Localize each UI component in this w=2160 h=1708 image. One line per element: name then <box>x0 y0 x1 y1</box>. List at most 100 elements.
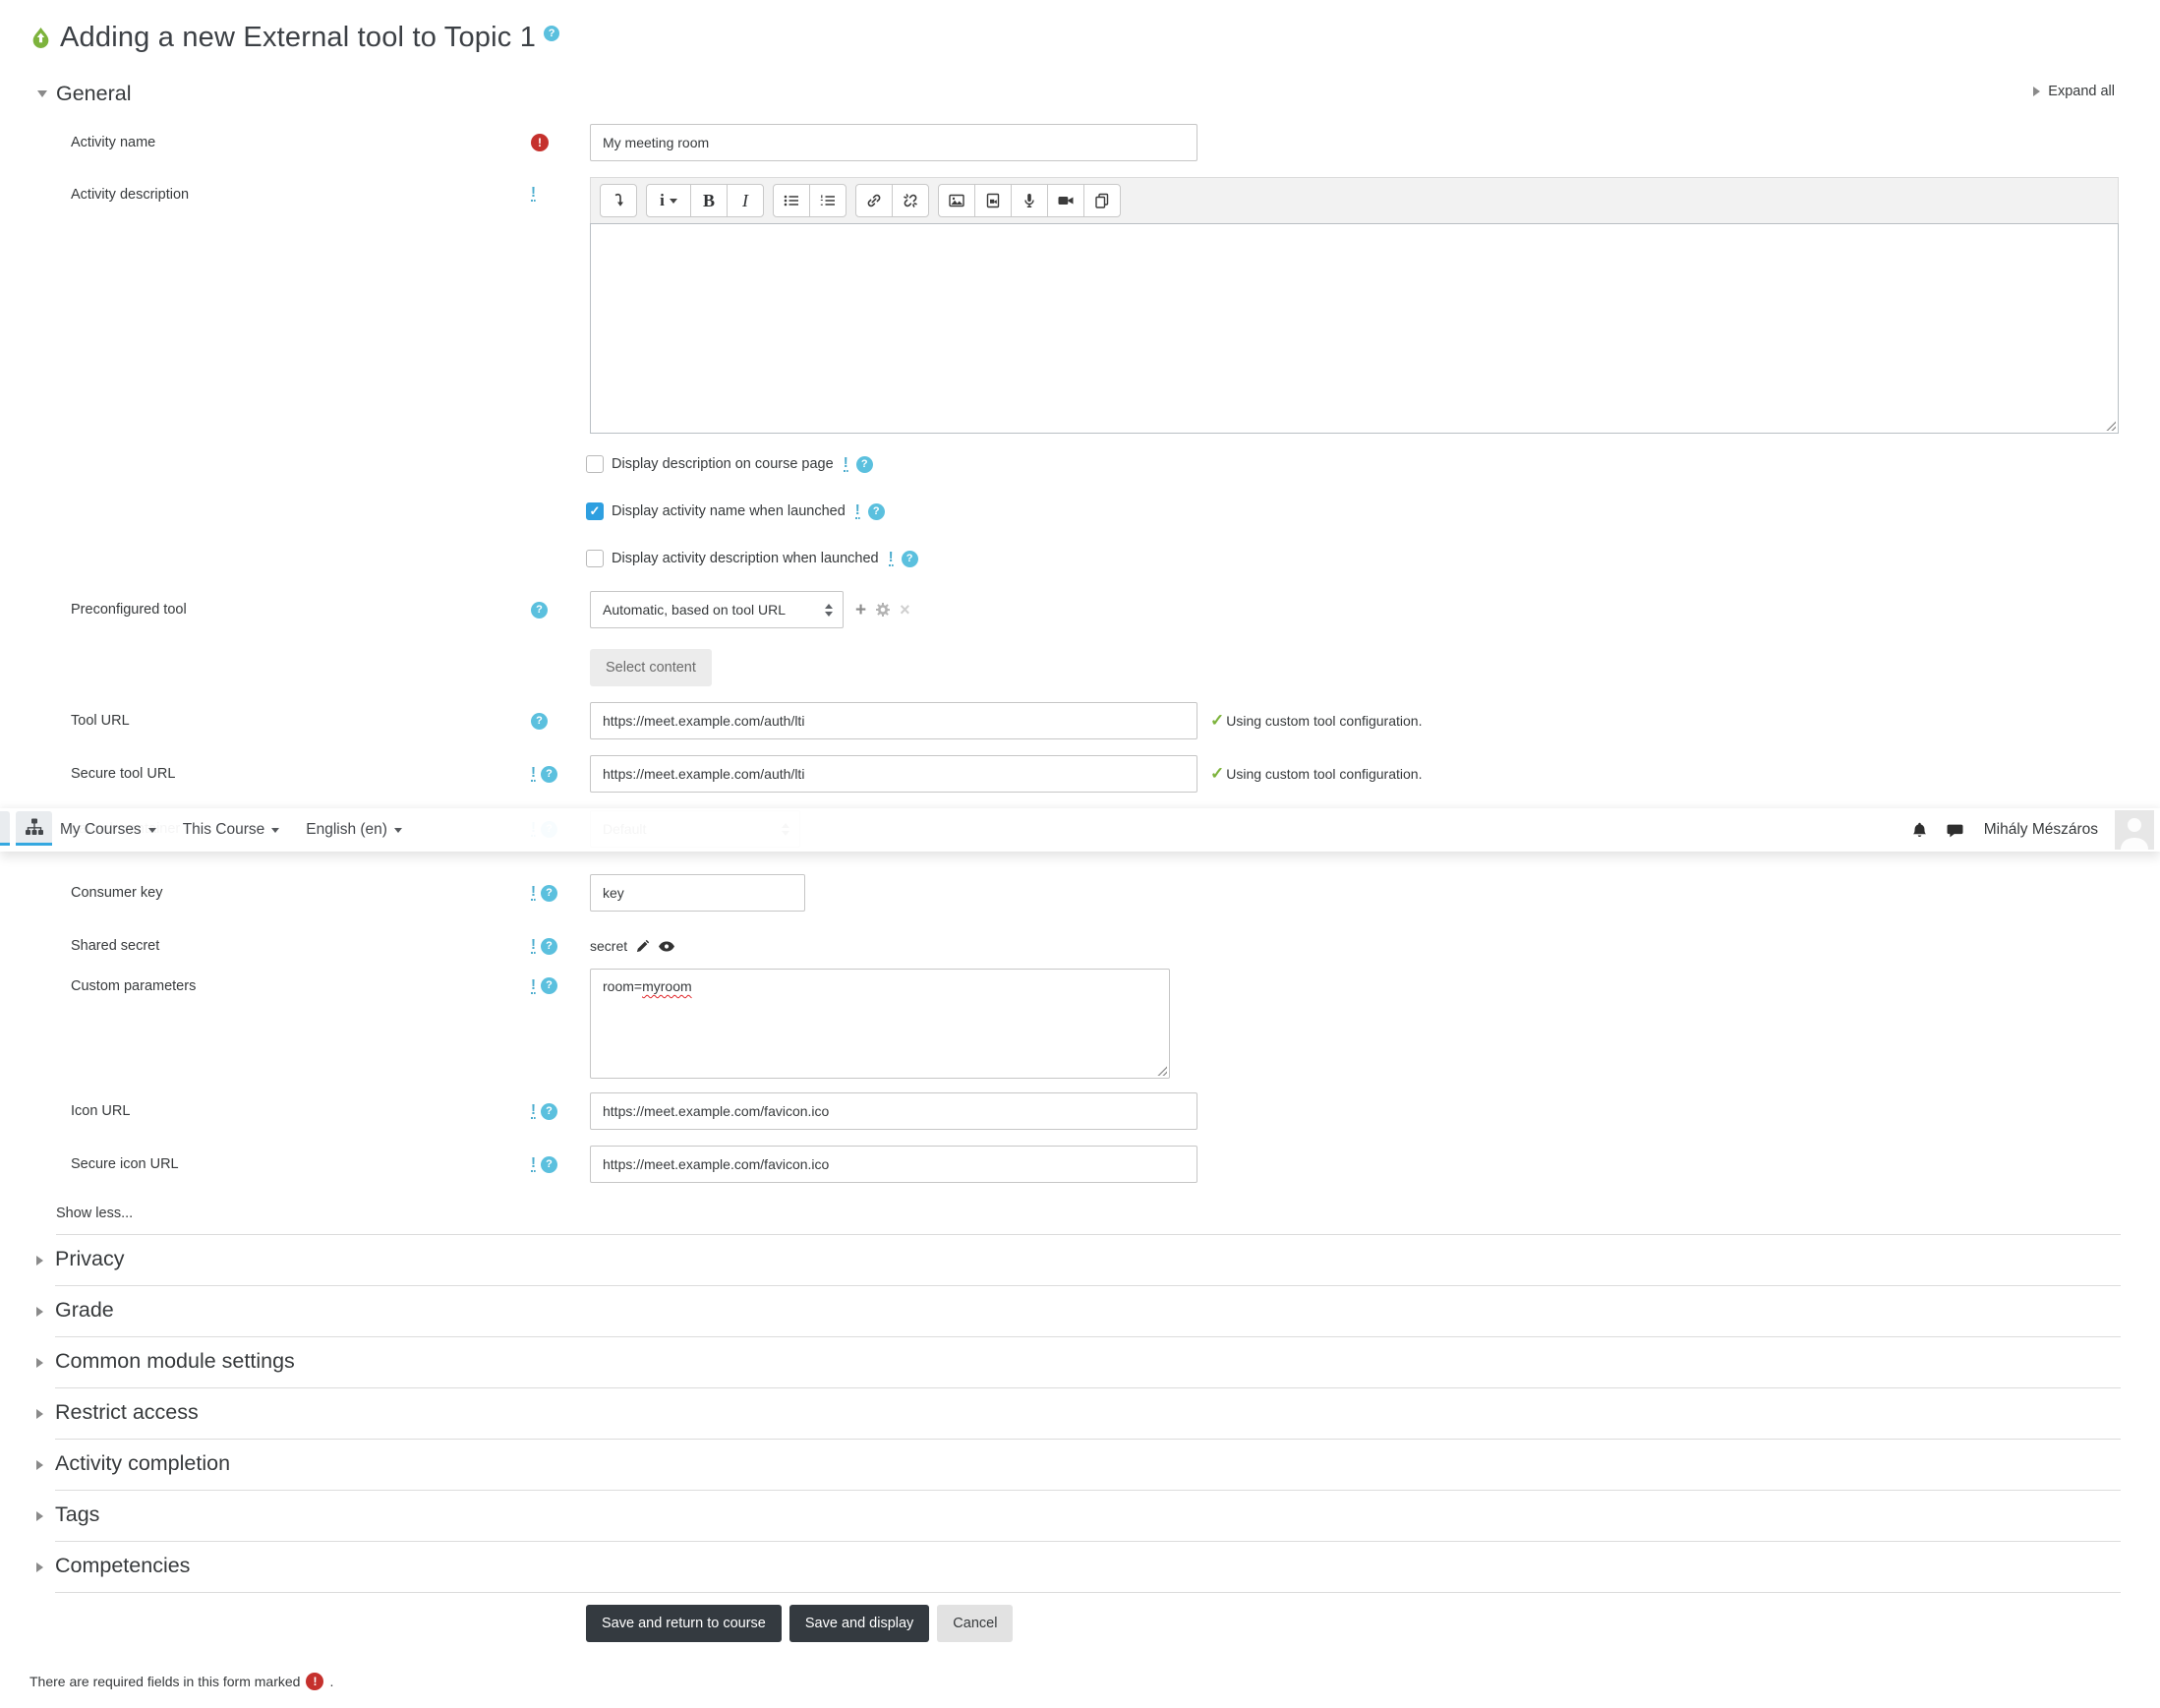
numbered-list-icon[interactable] <box>809 184 846 217</box>
help-icon[interactable] <box>541 1155 557 1173</box>
record-audio-icon[interactable] <box>1011 184 1048 217</box>
section-activity-completion[interactable]: Activity completion <box>36 1440 2121 1491</box>
cancel-button[interactable]: Cancel <box>937 1605 1014 1642</box>
insert-image-icon[interactable] <box>938 184 975 217</box>
help-icon[interactable] <box>901 550 918 567</box>
insert-media-icon[interactable] <box>974 184 1012 217</box>
resize-handle[interactable] <box>2105 420 2116 431</box>
advanced-mark-icon <box>531 1156 536 1172</box>
advanced-mark-icon <box>531 186 536 202</box>
save-and-display-button[interactable]: Save and display <box>788 1605 930 1642</box>
preconfigured-tool-select[interactable]: Automatic, based on tool URL <box>590 591 844 628</box>
link-icon[interactable] <box>855 184 893 217</box>
add-tool-icon[interactable] <box>855 601 866 619</box>
nav-tab-stub[interactable] <box>0 811 10 846</box>
sitemap-icon <box>25 818 43 835</box>
chevron-right-icon <box>36 1409 43 1419</box>
select-content-button[interactable]: Select content <box>590 649 712 686</box>
custom-parameters-row: Custom parameters room=myroom <box>0 969 2160 1079</box>
chevron-down-icon <box>271 827 280 833</box>
section-common-module-settings[interactable]: Common module settings <box>36 1337 2121 1388</box>
icon-url-input[interactable] <box>590 1092 1197 1130</box>
external-tool-icon <box>32 28 49 48</box>
editor-toolbar <box>590 177 2119 224</box>
tool-url-input[interactable] <box>590 702 1197 739</box>
advanced-mark-icon <box>888 551 894 566</box>
preconfigured-tool-value: Automatic, based on tool URL <box>603 602 786 618</box>
section-general-title: General <box>56 82 132 105</box>
nav-language[interactable]: English (en) <box>306 821 402 839</box>
icon-url-row: Icon URL <box>0 1092 2160 1130</box>
advanced-mark-icon <box>531 938 536 954</box>
expand-all-link[interactable]: Expand all <box>2033 84 2115 99</box>
section-grade[interactable]: Grade <box>36 1286 2121 1337</box>
reveal-eye-icon[interactable] <box>658 940 675 953</box>
manage-files-icon[interactable] <box>1083 184 1121 217</box>
user-name[interactable]: Mihály Mészáros <box>1984 821 2098 839</box>
nav-this-course[interactable]: This Course <box>183 821 280 839</box>
chevron-right-icon <box>36 1256 43 1266</box>
advanced-mark-icon <box>531 1103 536 1119</box>
section-general-header[interactable]: General <box>37 82 2160 106</box>
nav-my-courses[interactable]: My Courses <box>60 821 156 839</box>
chevron-down-icon <box>37 90 47 97</box>
help-icon[interactable] <box>867 502 885 520</box>
secure-tool-url-label: Secure tool URL <box>71 766 176 782</box>
display-activity-name-row: Display activity name when launched <box>586 497 2160 526</box>
page-help-icon[interactable] <box>544 25 560 41</box>
shared-secret-value: secret <box>590 938 628 954</box>
help-icon[interactable] <box>855 455 873 473</box>
chevron-down-icon <box>393 827 402 833</box>
help-icon[interactable] <box>541 977 557 994</box>
help-icon[interactable] <box>541 884 557 902</box>
consumer-key-input[interactable] <box>590 874 805 912</box>
paragraph-style-icon[interactable] <box>646 184 691 217</box>
italic-icon[interactable] <box>727 184 764 217</box>
custom-parameters-textarea[interactable]: room=myroom <box>590 969 1170 1079</box>
messages-icon[interactable] <box>1946 821 1964 840</box>
help-icon[interactable] <box>541 765 557 783</box>
edit-tool-gear-icon[interactable] <box>875 602 891 618</box>
avatar[interactable] <box>2115 810 2154 850</box>
bulleted-list-icon[interactable] <box>773 184 810 217</box>
help-icon[interactable] <box>541 1102 557 1120</box>
shared-secret-row: Shared secret secret <box>0 931 2160 961</box>
help-icon[interactable] <box>541 937 557 955</box>
secure-tool-url-row: Secure tool URL Using custom tool config… <box>0 755 2160 793</box>
unlink-icon[interactable] <box>892 184 929 217</box>
required-fields-note: There are required fields in this form m… <box>29 1673 2160 1690</box>
chevron-right-icon <box>36 1307 43 1317</box>
notifications-bell-icon[interactable] <box>1910 821 1929 840</box>
check-icon <box>1210 764 1224 784</box>
help-icon[interactable] <box>531 712 548 730</box>
secure-icon-url-input[interactable] <box>590 1146 1197 1183</box>
chevron-right-icon <box>36 1358 43 1368</box>
chevron-right-icon <box>2033 87 2041 96</box>
display-activity-name-checkbox[interactable] <box>586 502 604 520</box>
consumer-key-row: Consumer key <box>0 874 2160 912</box>
resize-handle[interactable] <box>1156 1065 1167 1076</box>
edit-pencil-icon[interactable] <box>635 939 650 954</box>
record-video-icon[interactable] <box>1047 184 1084 217</box>
help-icon[interactable] <box>531 601 548 618</box>
icon-url-label: Icon URL <box>71 1103 131 1119</box>
display-description-row: Display description on course page <box>586 449 2160 479</box>
section-tags[interactable]: Tags <box>36 1491 2121 1542</box>
save-and-return-button[interactable]: Save and return to course <box>586 1605 782 1642</box>
required-icon <box>531 134 549 151</box>
description-editor-textarea[interactable] <box>590 223 2119 434</box>
show-less-link[interactable]: Show less... <box>56 1206 133 1221</box>
nav-links: My Courses This Course English (en) <box>60 821 402 839</box>
display-activity-description-checkbox[interactable] <box>586 550 604 567</box>
section-competencies[interactable]: Competencies <box>36 1542 2121 1593</box>
activity-name-input[interactable] <box>590 124 1197 161</box>
display-description-checkbox[interactable] <box>586 455 604 473</box>
bold-icon[interactable] <box>690 184 728 217</box>
collapse-toolbar-icon[interactable] <box>600 184 637 217</box>
secure-tool-url-input[interactable] <box>590 755 1197 793</box>
section-restrict-access[interactable]: Restrict access <box>36 1388 2121 1440</box>
section-privacy[interactable]: Privacy <box>36 1235 2121 1286</box>
sitemap-tab[interactable] <box>16 811 52 846</box>
preconfigured-tool-label: Preconfigured tool <box>71 602 187 618</box>
delete-tool-icon[interactable] <box>900 601 910 618</box>
